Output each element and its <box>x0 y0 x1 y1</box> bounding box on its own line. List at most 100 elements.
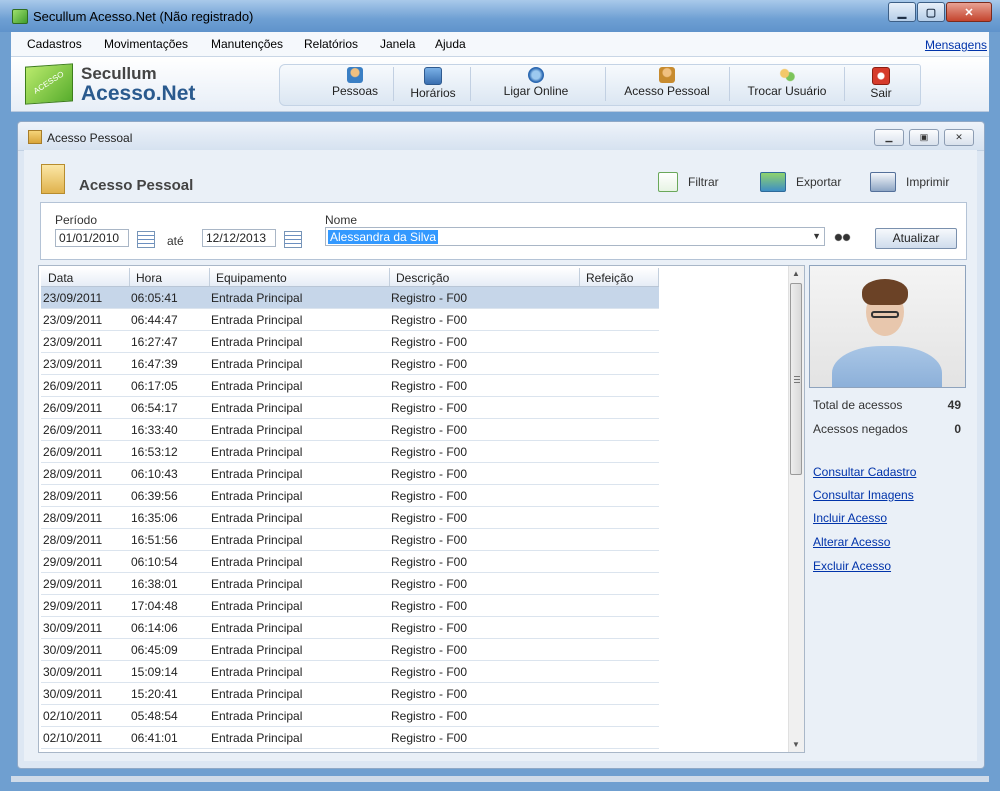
scroll-thumb[interactable] <box>790 283 802 475</box>
export-button[interactable]: Exportar <box>760 172 841 192</box>
cell-descricao: Registro - F00 <box>391 555 468 569</box>
child-restore-button[interactable]: ▣ <box>909 129 939 146</box>
table-row[interactable]: 28/09/2011 16:35:06 Entrada Principal Regis… <box>41 507 659 529</box>
child-close-button[interactable]: ✕ <box>944 129 974 146</box>
consultar-cadastro-link[interactable]: Consultar Cadastro <box>813 465 916 479</box>
table-row[interactable]: 29/09/2011 17:04:48 Entrada Principal Regis… <box>41 595 659 617</box>
col-refeicao[interactable]: Refeição <box>586 271 633 285</box>
scroll-up-icon[interactable]: ▲ <box>792 269 800 278</box>
calendar-from-icon[interactable] <box>137 231 155 248</box>
filter-button[interactable]: Filtrar <box>658 172 719 192</box>
denied-accesses-label: Acessos negados <box>813 422 908 436</box>
minimize-button[interactable]: ▁ <box>888 2 916 22</box>
messages-link[interactable]: Mensagens <box>925 38 987 52</box>
close-button[interactable]: ✕ <box>946 2 992 22</box>
menu-manutencoes[interactable]: Manutenções <box>211 37 283 51</box>
table-row[interactable]: 02/10/2011 06:41:01 Entrada Principal Regis… <box>41 727 659 749</box>
refresh-button[interactable]: Atualizar <box>875 228 957 249</box>
table-row[interactable]: 23/09/2011 06:44:47 Entrada Principal Regis… <box>41 309 659 331</box>
table-row[interactable]: 30/09/2011 06:14:06 Entrada Principal Regis… <box>41 617 659 639</box>
toolbar-pessoas-button[interactable]: Pessoas <box>327 64 383 104</box>
toolbar-trocar-usuario-button[interactable]: Trocar Usuário <box>741 64 833 104</box>
toolbar-sair-button[interactable]: Sair <box>861 64 901 104</box>
cell-equipamento: Entrada Principal <box>211 335 303 349</box>
people-icon <box>347 67 363 83</box>
cell-descricao: Registro - F00 <box>391 379 468 393</box>
col-descricao[interactable]: Descrição <box>396 271 449 285</box>
person-photo <box>809 265 966 388</box>
table-row[interactable]: 23/09/2011 16:27:47 Entrada Principal Regis… <box>41 331 659 353</box>
cell-hora: 06:39:56 <box>131 489 178 503</box>
cell-equipamento: Entrada Principal <box>211 379 303 393</box>
excluir-acesso-link[interactable]: Excluir Acesso <box>813 559 891 573</box>
cell-descricao: Registro - F00 <box>391 401 468 415</box>
child-minimize-button[interactable]: ▁ <box>874 129 904 146</box>
access-grid[interactable]: Data Hora Equipamento Descrição Refeição… <box>38 265 805 753</box>
table-row[interactable]: 29/09/2011 16:38:01 Entrada Principal Regis… <box>41 573 659 595</box>
cell-data: 23/09/2011 <box>43 291 103 305</box>
menu-ajuda[interactable]: Ajuda <box>435 37 466 51</box>
table-row[interactable]: 30/09/2011 06:45:09 Entrada Principal Regis… <box>41 639 659 661</box>
scroll-down-icon[interactable]: ▼ <box>792 740 800 749</box>
cell-descricao: Registro - F00 <box>391 533 468 547</box>
grid-scrollbar[interactable]: ▲ ▼ <box>788 266 804 752</box>
table-row[interactable]: 28/09/2011 16:51:56 Entrada Principal Regis… <box>41 529 659 551</box>
table-row[interactable]: 28/09/2011 06:10:43 Entrada Principal Regis… <box>41 463 659 485</box>
table-row[interactable]: 26/09/2011 06:54:17 Entrada Principal Regis… <box>41 397 659 419</box>
cell-equipamento: Entrada Principal <box>211 665 303 679</box>
cell-hora: 16:27:47 <box>131 335 178 349</box>
col-data[interactable]: Data <box>48 271 73 285</box>
cell-equipamento: Entrada Principal <box>211 555 303 569</box>
date-from-field[interactable]: 01/01/2010 <box>55 229 129 247</box>
cell-descricao: Registro - F00 <box>391 467 468 481</box>
cell-descricao: Registro - F00 <box>391 313 468 327</box>
table-row[interactable]: 30/09/2011 15:20:41 Entrada Principal Regis… <box>41 683 659 705</box>
cell-descricao: Registro - F00 <box>391 687 468 701</box>
cell-data: 23/09/2011 <box>43 335 103 349</box>
consultar-imagens-link[interactable]: Consultar Imagens <box>813 488 914 502</box>
cell-hora: 06:41:01 <box>131 731 178 745</box>
table-row[interactable]: 02/10/2011 05:48:54 Entrada Principal Regis… <box>41 705 659 727</box>
period-label: Período <box>55 213 98 227</box>
col-equipamento[interactable]: Equipamento <box>216 271 287 285</box>
table-row[interactable]: 29/09/2011 06:10:54 Entrada Principal Regis… <box>41 551 659 573</box>
cell-equipamento: Entrada Principal <box>211 445 303 459</box>
menu-janela[interactable]: Janela <box>380 37 415 51</box>
menu-movimentacoes[interactable]: Movimentações <box>104 37 188 51</box>
calendar-to-icon[interactable] <box>284 231 302 248</box>
cell-equipamento: Entrada Principal <box>211 511 303 525</box>
menu-cadastros[interactable]: Cadastros <box>27 37 82 51</box>
table-row[interactable]: 26/09/2011 16:53:12 Entrada Principal Regis… <box>41 441 659 463</box>
cell-data: 28/09/2011 <box>43 467 103 481</box>
cell-descricao: Registro - F00 <box>391 357 468 371</box>
binoculars-icon[interactable] <box>833 229 851 243</box>
print-button[interactable]: Imprimir <box>870 172 949 192</box>
cell-data: 30/09/2011 <box>43 643 103 657</box>
table-row[interactable]: 30/09/2011 15:09:14 Entrada Principal Regis… <box>41 661 659 683</box>
cell-data: 23/09/2011 <box>43 313 103 327</box>
cell-equipamento: Entrada Principal <box>211 731 303 745</box>
table-row[interactable]: 28/09/2011 06:39:56 Entrada Principal Regis… <box>41 485 659 507</box>
export-icon <box>760 172 786 192</box>
toolbar-horarios-button[interactable]: Horários <box>403 64 463 104</box>
table-row[interactable]: 23/09/2011 06:05:41 Entrada Principal Regis… <box>41 287 659 309</box>
cell-data: 23/09/2011 <box>43 357 103 371</box>
cell-hora: 16:51:56 <box>131 533 178 547</box>
toolbar-ligar-online-button[interactable]: Ligar Online <box>495 64 577 104</box>
alterar-acesso-link[interactable]: Alterar Acesso <box>813 535 890 549</box>
table-row[interactable]: 26/09/2011 06:17:05 Entrada Principal Regis… <box>41 375 659 397</box>
menu-relatorios[interactable]: Relatórios <box>304 37 358 51</box>
child-title: Acesso Pessoal <box>47 131 133 145</box>
col-hora[interactable]: Hora <box>136 271 162 285</box>
name-combobox[interactable]: Alessandra da Silva ▼ <box>325 227 825 246</box>
maximize-button[interactable]: ▢ <box>917 2 945 22</box>
cell-hora: 16:53:12 <box>131 445 178 459</box>
main-toolbar: ACESSO Secullum Acesso.Net Pessoas Horár… <box>11 57 989 112</box>
toolbar-acesso-pessoal-button[interactable]: Acesso Pessoal <box>619 64 715 104</box>
incluir-acesso-link[interactable]: Incluir Acesso <box>813 511 887 525</box>
table-row[interactable]: 23/09/2011 16:47:39 Entrada Principal Regis… <box>41 353 659 375</box>
date-to-field[interactable]: 12/12/2013 <box>202 229 276 247</box>
table-row[interactable]: 26/09/2011 16:33:40 Entrada Principal Regis… <box>41 419 659 441</box>
printer-icon <box>870 172 896 192</box>
chevron-down-icon[interactable]: ▼ <box>812 231 821 241</box>
